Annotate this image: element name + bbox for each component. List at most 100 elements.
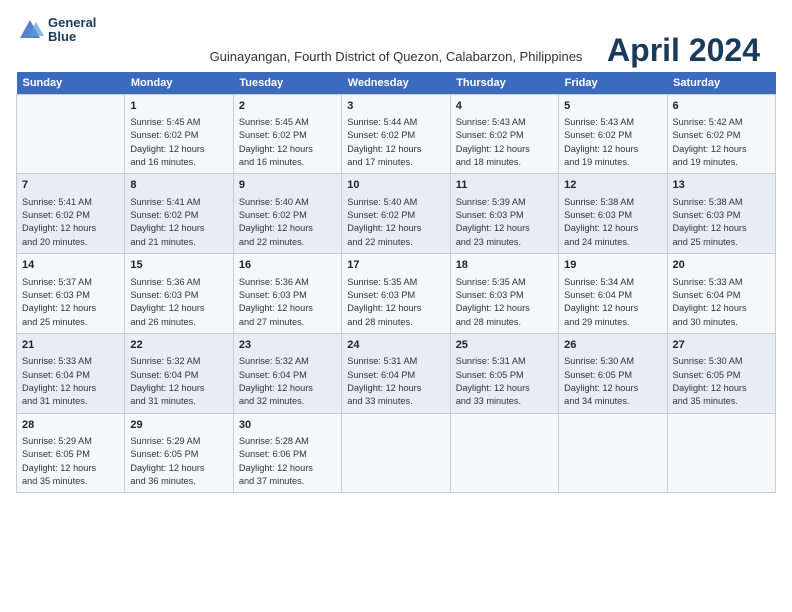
day-info: Sunrise: 5:43 AMSunset: 6:02 PMDaylight:… — [456, 116, 553, 169]
day-number: 24 — [347, 338, 444, 353]
calendar-cell: 17 Sunrise: 5:35 AMSunset: 6:03 PMDayligh… — [342, 254, 450, 334]
header-saturday: Saturday — [667, 72, 775, 95]
day-info: Sunrise: 5:40 AMSunset: 6:02 PMDaylight:… — [347, 196, 444, 249]
day-number: 8 — [130, 178, 227, 193]
calendar-cell: 21 Sunrise: 5:33 AMSunset: 6:04 PMDayligh… — [17, 333, 125, 413]
calendar-cell: 14 Sunrise: 5:37 AMSunset: 6:03 PMDayligh… — [17, 254, 125, 334]
day-number: 23 — [239, 338, 336, 353]
day-number: 27 — [673, 338, 770, 353]
day-info: Sunrise: 5:38 AMSunset: 6:03 PMDaylight:… — [673, 196, 770, 249]
calendar-cell: 26 Sunrise: 5:30 AMSunset: 6:05 PMDayligh… — [559, 333, 667, 413]
calendar-header-row: SundayMondayTuesdayWednesdayThursdayFrid… — [17, 72, 776, 95]
calendar-cell: 9 Sunrise: 5:40 AMSunset: 6:02 PMDaylight… — [233, 174, 341, 254]
calendar-cell — [450, 413, 558, 493]
day-info: Sunrise: 5:41 AMSunset: 6:02 PMDaylight:… — [130, 196, 227, 249]
logo-line2: Blue — [48, 29, 76, 44]
calendar-cell: 28 Sunrise: 5:29 AMSunset: 6:05 PMDayligh… — [17, 413, 125, 493]
day-info: Sunrise: 5:31 AMSunset: 6:04 PMDaylight:… — [347, 355, 444, 408]
day-info: Sunrise: 5:35 AMSunset: 6:03 PMDaylight:… — [347, 276, 444, 329]
week-row-2: 7Sunrise: 5:41 AMSunset: 6:02 PMDaylight… — [17, 174, 776, 254]
calendar-cell: 5Sunrise: 5:43 AMSunset: 6:02 PMDaylight… — [559, 94, 667, 174]
day-number: 19 — [564, 258, 661, 273]
day-number: 29 — [130, 418, 227, 433]
week-row-4: 21 Sunrise: 5:33 AMSunset: 6:04 PMDayligh… — [17, 333, 776, 413]
day-info: Sunrise: 5:32 AMSunset: 6:04 PMDaylight:… — [130, 355, 227, 408]
calendar-cell: 25Sunrise: 5:31 AMSunset: 6:05 PMDayligh… — [450, 333, 558, 413]
header-friday: Friday — [559, 72, 667, 95]
day-number: 28 — [22, 418, 119, 433]
calendar-cell: 4 Sunrise: 5:43 AMSunset: 6:02 PMDaylight… — [450, 94, 558, 174]
day-info: Sunrise: 5:45 AMSunset: 6:02 PMDaylight:… — [239, 116, 336, 169]
day-info: Sunrise: 5:34 AMSunset: 6:04 PMDaylight:… — [564, 276, 661, 329]
day-info: Sunrise: 5:29 AMSunset: 6:05 PMDaylight:… — [22, 435, 119, 488]
week-row-1: 1 Sunrise: 5:45 AMSunset: 6:02 PMDaylight… — [17, 94, 776, 174]
calendar-cell: 16Sunrise: 5:36 AMSunset: 6:03 PMDayligh… — [233, 254, 341, 334]
day-number: 6 — [673, 99, 770, 114]
day-info: Sunrise: 5:32 AMSunset: 6:04 PMDaylight:… — [239, 355, 336, 408]
calendar-cell: 30 Sunrise: 5:28 AMSunset: 6:06 PMDayligh… — [233, 413, 341, 493]
day-info: Sunrise: 5:38 AMSunset: 6:03 PMDaylight:… — [564, 196, 661, 249]
calendar-cell — [559, 413, 667, 493]
calendar-cell: 2 Sunrise: 5:45 AMSunset: 6:02 PMDaylight… — [233, 94, 341, 174]
day-number: 30 — [239, 418, 336, 433]
calendar-cell: 11Sunrise: 5:39 AMSunset: 6:03 PMDayligh… — [450, 174, 558, 254]
day-number: 14 — [22, 258, 119, 273]
calendar-cell: 15 Sunrise: 5:36 AMSunset: 6:03 PMDayligh… — [125, 254, 233, 334]
title-section: April 2024 — [607, 32, 760, 69]
generalblue-logo-icon — [16, 16, 44, 44]
calendar-cell: 20 Sunrise: 5:33 AMSunset: 6:04 PMDayligh… — [667, 254, 775, 334]
day-info: Sunrise: 5:45 AMSunset: 6:02 PMDaylight:… — [130, 116, 227, 169]
calendar-cell: 24 Sunrise: 5:31 AMSunset: 6:04 PMDayligh… — [342, 333, 450, 413]
calendar-cell: 3 Sunrise: 5:44 AMSunset: 6:02 PMDaylight… — [342, 94, 450, 174]
calendar-cell: 23 Sunrise: 5:32 AMSunset: 6:04 PMDayligh… — [233, 333, 341, 413]
day-number: 13 — [673, 178, 770, 193]
day-number: 16 — [239, 258, 336, 273]
day-number: 10 — [347, 178, 444, 193]
calendar-cell: 8 Sunrise: 5:41 AMSunset: 6:02 PMDaylight… — [125, 174, 233, 254]
day-number: 20 — [673, 258, 770, 273]
day-info: Sunrise: 5:39 AMSunset: 6:03 PMDaylight:… — [456, 196, 553, 249]
calendar-cell: 27 Sunrise: 5:30 AMSunset: 6:05 PMDayligh… — [667, 333, 775, 413]
day-info: Sunrise: 5:35 AMSunset: 6:03 PMDaylight:… — [456, 276, 553, 329]
day-info: Sunrise: 5:30 AMSunset: 6:05 PMDaylight:… — [564, 355, 661, 408]
day-info: Sunrise: 5:41 AMSunset: 6:02 PMDaylight:… — [22, 196, 119, 249]
day-number: 15 — [130, 258, 227, 273]
header-sunday: Sunday — [17, 72, 125, 95]
day-number: 17 — [347, 258, 444, 273]
day-info: Sunrise: 5:44 AMSunset: 6:02 PMDaylight:… — [347, 116, 444, 169]
week-row-3: 14 Sunrise: 5:37 AMSunset: 6:03 PMDayligh… — [17, 254, 776, 334]
day-number: 26 — [564, 338, 661, 353]
calendar-cell: 1 Sunrise: 5:45 AMSunset: 6:02 PMDaylight… — [125, 94, 233, 174]
day-info: Sunrise: 5:30 AMSunset: 6:05 PMDaylight:… — [673, 355, 770, 408]
header-monday: Monday — [125, 72, 233, 95]
header-thursday: Thursday — [450, 72, 558, 95]
day-number: 4 — [456, 99, 553, 114]
calendar-cell: 19 Sunrise: 5:34 AMSunset: 6:04 PMDayligh… — [559, 254, 667, 334]
header-wednesday: Wednesday — [342, 72, 450, 95]
page-title: April 2024 — [607, 32, 760, 69]
calendar-cell — [667, 413, 775, 493]
day-info: Sunrise: 5:29 AMSunset: 6:05 PMDaylight:… — [130, 435, 227, 488]
day-info: Sunrise: 5:36 AMSunset: 6:03 PMDaylight:… — [130, 276, 227, 329]
day-number: 1 — [130, 99, 227, 114]
day-info: Sunrise: 5:37 AMSunset: 6:03 PMDaylight:… — [22, 276, 119, 329]
calendar-cell: 6 Sunrise: 5:42 AMSunset: 6:02 PMDaylight… — [667, 94, 775, 174]
logo-line1: General — [48, 15, 96, 30]
day-number: 3 — [347, 99, 444, 114]
day-number: 9 — [239, 178, 336, 193]
day-info: Sunrise: 5:33 AMSunset: 6:04 PMDaylight:… — [673, 276, 770, 329]
day-info: Sunrise: 5:33 AMSunset: 6:04 PMDaylight:… — [22, 355, 119, 408]
calendar-cell — [17, 94, 125, 174]
calendar-cell: 10 Sunrise: 5:40 AMSunset: 6:02 PMDayligh… — [342, 174, 450, 254]
day-info: Sunrise: 5:42 AMSunset: 6:02 PMDaylight:… — [673, 116, 770, 169]
week-row-5: 28 Sunrise: 5:29 AMSunset: 6:05 PMDayligh… — [17, 413, 776, 493]
day-number: 21 — [22, 338, 119, 353]
day-number: 2 — [239, 99, 336, 114]
day-info: Sunrise: 5:31 AMSunset: 6:05 PMDaylight:… — [456, 355, 553, 408]
day-info: Sunrise: 5:28 AMSunset: 6:06 PMDaylight:… — [239, 435, 336, 488]
day-info: Sunrise: 5:40 AMSunset: 6:02 PMDaylight:… — [239, 196, 336, 249]
day-number: 22 — [130, 338, 227, 353]
day-number: 5 — [564, 99, 661, 114]
header-tuesday: Tuesday — [233, 72, 341, 95]
logo-text: General Blue — [48, 16, 96, 45]
